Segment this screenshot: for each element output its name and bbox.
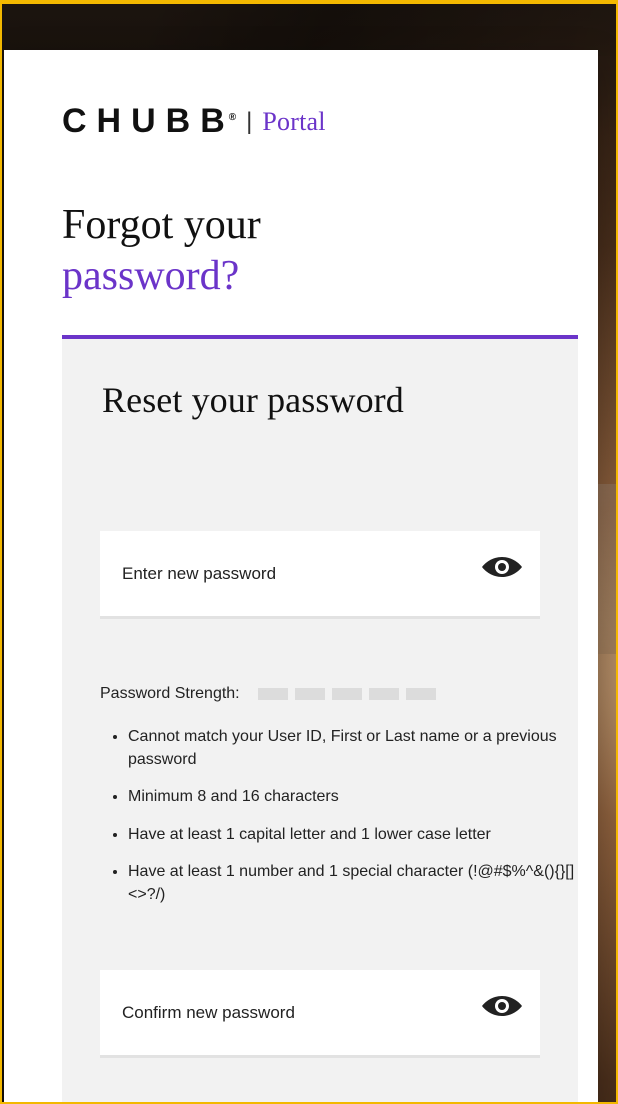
page-title-line-2: password? (62, 253, 240, 300)
screen-frame: CHUBB® | Portal Forgot your password? Re… (0, 0, 618, 1104)
eye-icon (482, 557, 522, 577)
password-rule: Have at least 1 capital letter and 1 low… (128, 823, 588, 846)
strength-segment-4 (368, 688, 399, 700)
confirm-password-input[interactable] (120, 1001, 484, 1024)
background-beam (132, 4, 616, 56)
strength-segment-2 (294, 688, 325, 700)
password-strength-label: Password Strength: (100, 685, 240, 702)
page-title-line-1: Forgot your (62, 202, 261, 248)
password-strength: Password Strength: (100, 685, 436, 703)
password-rule: Have at least 1 number and 1 special cha… (128, 860, 588, 906)
show-confirm-password-button[interactable] (480, 990, 524, 1022)
logo-registered-mark: ® (228, 111, 237, 123)
show-new-password-button[interactable] (480, 551, 524, 583)
reset-password-title: Reset your password (102, 380, 404, 420)
brand-divider: | (246, 108, 253, 135)
strength-segment-5 (405, 688, 436, 700)
strength-segment-3 (331, 688, 362, 700)
confirm-password-field[interactable] (100, 970, 540, 1058)
reset-password-panel: Reset your password Password Strength: •… (62, 339, 578, 1102)
logo-text: CHUBB (62, 102, 235, 140)
page-title: Forgot your password? (62, 200, 261, 302)
password-strength-meter (257, 688, 436, 700)
chubb-logo: CHUBB® (62, 104, 236, 138)
brand-header: CHUBB® | Portal (62, 102, 326, 138)
password-rule: Minimum 8 and 16 characters (128, 785, 588, 808)
forgot-password-card: CHUBB® | Portal Forgot your password? Re… (4, 50, 598, 1102)
strength-segment-1 (257, 688, 288, 700)
new-password-input[interactable] (120, 562, 484, 585)
new-password-field[interactable] (100, 531, 540, 619)
eye-icon (482, 996, 522, 1016)
portal-label: Portal (262, 107, 326, 136)
password-rule: Cannot match your User ID, First or Last… (128, 725, 588, 771)
password-rules: Cannot match your User ID, First or Last… (102, 725, 588, 920)
